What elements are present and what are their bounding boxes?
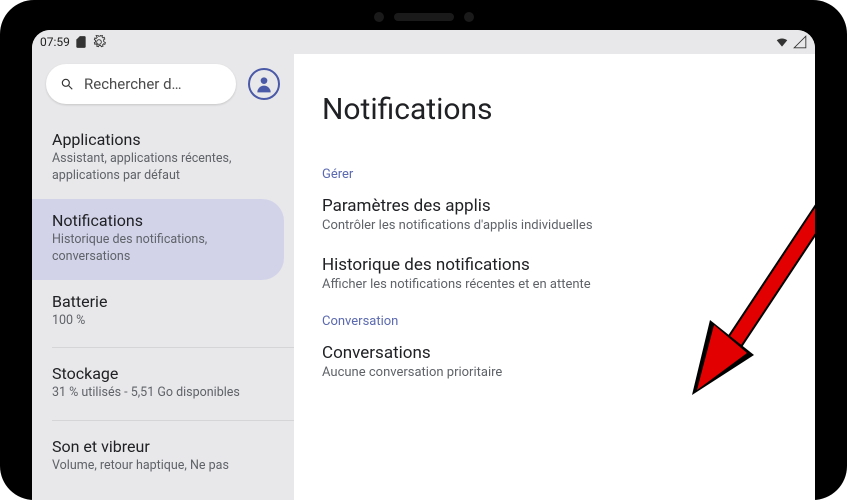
sidebar-item-sub: Volume, retour haptique, Ne pas bbox=[52, 458, 264, 475]
status-bar: 07:59 bbox=[32, 30, 815, 54]
gear-icon bbox=[92, 35, 106, 49]
setting-app-settings[interactable]: Paramètres des applis Contrôler les noti… bbox=[322, 196, 787, 233]
sidebar: Rechercher d… Applications Assistant, ap… bbox=[32, 54, 294, 500]
sidebar-item-notifications[interactable]: Notifications Historique des notificatio… bbox=[32, 199, 284, 280]
setting-notification-history[interactable]: Historique des notifications Afficher le… bbox=[322, 255, 787, 292]
device-notch bbox=[0, 10, 847, 24]
screen: 07:59 Rechercher d… bbox=[32, 30, 815, 500]
search-icon bbox=[60, 77, 74, 91]
main-panel: Notifications Gérer Paramètres des appli… bbox=[294, 54, 815, 500]
sidebar-item-sound[interactable]: Son et vibreur Volume, retour haptique, … bbox=[32, 425, 284, 489]
sidebar-item-storage[interactable]: Stockage 31 % utilisés - 5,51 Go disponi… bbox=[32, 352, 284, 416]
page-title: Notifications bbox=[322, 92, 787, 127]
sidebar-item-title: Applications bbox=[52, 130, 264, 149]
signal-icon bbox=[793, 35, 807, 49]
sidebar-item-sub: 31 % utilisés - 5,51 Go disponibles bbox=[52, 385, 264, 402]
sidebar-item-title: Son et vibreur bbox=[52, 437, 264, 456]
sidebar-item-sub: Historique des notifications, conversati… bbox=[52, 232, 264, 266]
sidebar-item-battery[interactable]: Batterie 100 % bbox=[32, 280, 284, 344]
section-label-conversation: Conversation bbox=[322, 314, 787, 329]
person-icon bbox=[254, 74, 274, 94]
sidebar-item-title: Stockage bbox=[52, 364, 264, 383]
section-label-manage: Gérer bbox=[322, 167, 787, 182]
search-placeholder: Rechercher d… bbox=[84, 75, 182, 93]
divider bbox=[52, 420, 294, 421]
setting-sub: Contrôler les notifications d'applis ind… bbox=[322, 218, 787, 233]
search-input[interactable]: Rechercher d… bbox=[46, 64, 236, 104]
status-time: 07:59 bbox=[40, 35, 70, 49]
setting-title: Conversations bbox=[322, 343, 787, 363]
setting-title: Historique des notifications bbox=[322, 255, 787, 275]
setting-sub: Aucune conversation prioritaire bbox=[322, 365, 787, 380]
device-frame: 07:59 Rechercher d… bbox=[0, 0, 847, 500]
sidebar-item-title: Batterie bbox=[52, 292, 264, 311]
sidebar-item-title: Notifications bbox=[52, 211, 264, 230]
profile-avatar-button[interactable] bbox=[248, 68, 280, 100]
sidebar-item-sub: Assistant, applications récentes, applic… bbox=[52, 151, 264, 185]
wifi-icon bbox=[775, 35, 789, 49]
sidebar-item-sub: 100 % bbox=[52, 313, 264, 330]
sidebar-item-applications[interactable]: Applications Assistant, applications réc… bbox=[32, 118, 284, 199]
setting-conversations[interactable]: Conversations Aucune conversation priori… bbox=[322, 343, 787, 380]
sd-card-icon bbox=[74, 35, 88, 49]
divider bbox=[52, 347, 294, 348]
setting-sub: Afficher les notifications récentes et e… bbox=[322, 277, 787, 292]
setting-title: Paramètres des applis bbox=[322, 196, 787, 216]
